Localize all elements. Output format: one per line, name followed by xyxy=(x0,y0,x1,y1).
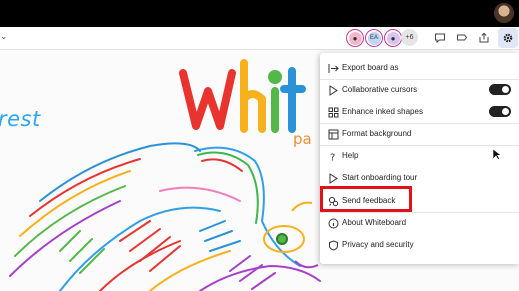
menu-item-collaborative-cursors[interactable]: Collaborative cursors xyxy=(320,78,519,100)
format-icon xyxy=(328,127,339,140)
menu-item-label: Collaborative cursors xyxy=(342,84,418,94)
menu-item-export-board[interactable]: Export board as xyxy=(320,56,519,78)
menu-item-about-whiteboard[interactable]: About Whiteboard xyxy=(320,211,519,233)
chevron-down-icon[interactable]: ⌄ xyxy=(0,31,8,42)
highlight-box xyxy=(320,186,412,212)
menu-item-label: Privacy and security xyxy=(342,239,414,249)
help-icon: ? xyxy=(328,149,339,164)
menu-item-label: Export board as xyxy=(342,62,399,72)
menu-item-enhance-inked-shapes[interactable]: Enhance inked shapes xyxy=(320,100,519,122)
collaborator-initials: EA xyxy=(367,31,381,45)
canvas-text-left: rest xyxy=(0,107,41,131)
menu-item-privacy-security[interactable]: Privacy and security xyxy=(320,233,519,255)
collaborator-avatar-1[interactable]: ● xyxy=(346,29,364,47)
comment-icon[interactable] xyxy=(432,30,448,46)
export-icon xyxy=(328,61,339,73)
tour-icon xyxy=(328,171,339,184)
canvas-text-right: pa xyxy=(293,130,312,148)
menu-item-label: Format background xyxy=(342,128,412,138)
shield-icon xyxy=(328,238,339,251)
settings-button[interactable] xyxy=(498,28,518,48)
menu-item-onboarding-tour[interactable]: Start onboarding tour xyxy=(320,166,519,188)
more-collaborators-badge[interactable]: +6 xyxy=(401,29,418,46)
menu-item-help[interactable]: ? Help xyxy=(320,144,519,166)
menu-item-label: About Whiteboard xyxy=(342,217,407,227)
tag-icon[interactable] xyxy=(454,30,470,46)
mouse-pointer-icon xyxy=(492,148,502,160)
share-icon[interactable] xyxy=(476,30,492,46)
gear-icon xyxy=(503,33,513,43)
shapes-icon xyxy=(328,105,339,118)
enhance-inked-shapes-toggle[interactable] xyxy=(489,106,511,117)
collaborative-cursors-toggle[interactable] xyxy=(489,84,511,95)
menu-item-label: Enhance inked shapes xyxy=(342,106,423,116)
settings-menu: Export board as Collaborative cursors En… xyxy=(320,53,519,264)
collaborator-avatar-3[interactable]: ● xyxy=(384,29,402,47)
svg-text:?: ? xyxy=(330,153,335,163)
profile-avatar[interactable] xyxy=(494,3,514,23)
app-toolbar: ⌄ ● EA ● +6 xyxy=(0,27,519,50)
menu-item-label: Help xyxy=(342,150,359,160)
browser-top-bar xyxy=(0,0,519,27)
cursor-icon xyxy=(328,83,339,96)
menu-item-label: Start onboarding tour xyxy=(342,172,418,182)
info-icon xyxy=(328,216,339,229)
menu-item-format-background[interactable]: Format background xyxy=(320,122,519,144)
collaborator-avatar-2[interactable]: EA xyxy=(365,29,383,47)
